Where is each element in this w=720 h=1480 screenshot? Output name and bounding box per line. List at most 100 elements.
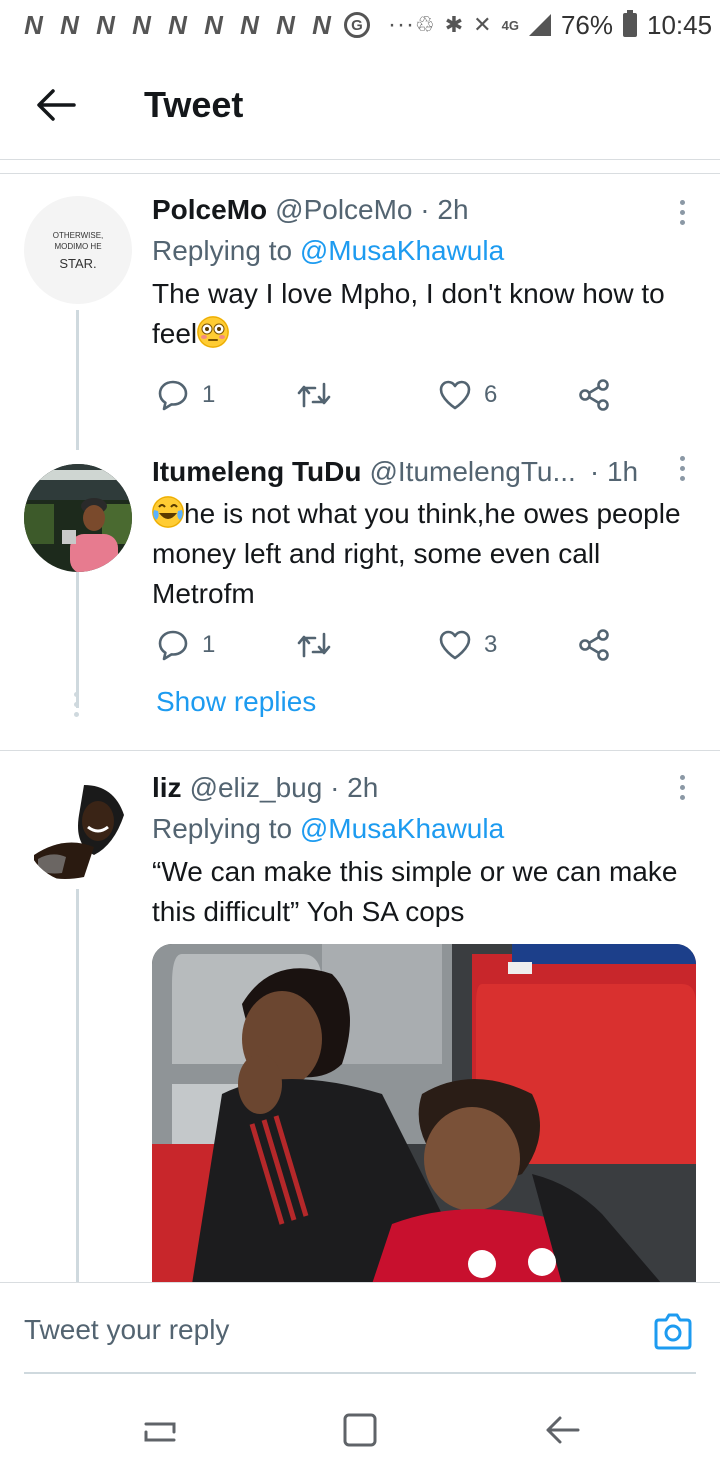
show-replies-link[interactable]: Show replies (156, 686, 316, 718)
system-icons: ♲ ✱ ✕ 4G 76% 10:45 (415, 10, 712, 41)
notification-n-icon: N (168, 9, 187, 40)
tweet-item[interactable]: OTHERWISE, MODIMO HE STAR. PolceMo @Polc… (0, 174, 720, 450)
recycle-icon: ♲ (414, 12, 435, 37)
notification-n-icon: N (132, 9, 151, 40)
tweet-content: liz @eliz_bug · 2h Replying to @MusaKhaw… (152, 770, 696, 932)
system-navigation-bar (0, 1376, 720, 1480)
recent-apps-button[interactable] (140, 1410, 180, 1450)
like-button[interactable]: 6 (438, 379, 497, 411)
notification-n-icon: N (24, 9, 43, 40)
replying-prefix: Replying to (152, 235, 300, 266)
thread-line (76, 572, 79, 708)
share-button[interactable] (578, 378, 610, 412)
user-handle: @eliz_bug · 2h (189, 772, 379, 803)
reply-button[interactable]: 1 (156, 628, 215, 662)
avatar-caption-large: STAR. (59, 255, 97, 271)
display-name[interactable]: liz (152, 770, 182, 806)
replying-to: Replying to @MusaKhawula (152, 232, 696, 270)
tears-of-joy-emoji (152, 496, 184, 528)
like-button[interactable]: 3 (438, 629, 497, 661)
mention-link[interactable]: @MusaKhawula (300, 235, 504, 266)
tweet-content: PolceMo @PolceMo · 2h Replying to @MusaK… (152, 192, 696, 354)
google-icon: G (344, 12, 370, 38)
reply-icon (158, 630, 188, 661)
mention-link[interactable]: @MusaKhawula (300, 813, 504, 844)
clock: 10:45 (646, 9, 713, 40)
more-options-button[interactable] (670, 192, 694, 232)
back-icon (546, 1416, 580, 1444)
notification-n-icon: N (240, 9, 259, 40)
home-icon (343, 1413, 377, 1447)
tweet-media-photo[interactable] (152, 944, 696, 1284)
tweet-header: liz @eliz_bug · 2h (152, 770, 696, 806)
camera-button[interactable] (652, 1311, 694, 1353)
tweet-text: he is not what you think,he owes people … (152, 494, 696, 614)
notification-n-icon: N (204, 9, 223, 40)
tweet-actions: 1 3 (152, 620, 632, 670)
share-icon (579, 629, 609, 661)
replying-to: Replying to @MusaKhawula (152, 810, 696, 848)
header-divider (0, 160, 720, 174)
user-handle: @PolceMo · 2h (275, 194, 469, 225)
tweet-actions: 1 6 (152, 370, 632, 420)
more-notifications-icon: ··· (388, 11, 415, 38)
replying-prefix: Replying to (152, 813, 300, 844)
retweet-icon (297, 632, 331, 658)
notification-n-icon: N (276, 9, 295, 40)
status-bar: N N N N N N N N N G ··· ♲ ✱ ✕ 4G 76% 10:… (0, 0, 720, 50)
tweet-header: Itumeleng TuDu @ItumelengTu... · 1h (152, 454, 696, 490)
thread-line (76, 310, 79, 450)
reply-count: 1 (202, 381, 216, 408)
retweet-icon (297, 382, 331, 408)
avatar-caption-small: OTHERWISE, MODIMO HE (52, 230, 104, 251)
heart-icon (439, 380, 471, 410)
back-nav-button[interactable] (542, 1410, 582, 1450)
tweet-text-body: he is not what you think,he owes people … (152, 498, 681, 609)
avatar[interactable]: OTHERWISE, MODIMO HE STAR. (24, 196, 132, 304)
share-button[interactable] (578, 628, 610, 662)
notification-icons: N N N N N N N N N G ··· (16, 10, 415, 41)
like-count: 6 (484, 381, 498, 408)
camera-icon (654, 1313, 692, 1350)
top-app-bar: Tweet (0, 50, 720, 160)
notification-n-icon: N (96, 9, 115, 40)
more-options-button[interactable] (670, 767, 694, 807)
tweet-header: PolceMo @PolceMo · 2h (152, 192, 696, 228)
notification-n-icon: N (60, 9, 79, 40)
reply-button[interactable]: 1 (156, 378, 215, 412)
back-button[interactable] (26, 75, 86, 135)
mute-icon: ✕ (473, 12, 492, 37)
signal-icon (528, 14, 551, 36)
flushed-face-emoji (197, 316, 230, 348)
avatar[interactable] (24, 775, 132, 883)
tweet-time: · 1h (589, 456, 639, 487)
network-type-icon: 4G (501, 17, 519, 33)
retweet-button[interactable] (296, 378, 332, 412)
battery-percent: 76% (560, 9, 613, 40)
reply-composer (0, 1282, 720, 1374)
display-name[interactable]: Itumeleng TuDu (152, 454, 361, 490)
retweet-button[interactable] (296, 628, 332, 662)
user-handle: @ItumelengTu... (369, 456, 576, 487)
tweet-content: Itumeleng TuDu @ItumelengTu... · 1h he i… (152, 454, 696, 614)
home-button[interactable] (340, 1410, 380, 1450)
tweet-text: “We can make this simple or we can make … (152, 856, 678, 927)
avatar[interactable] (24, 464, 132, 572)
tweet-text: The way I love Mpho, I don't know how to… (152, 274, 696, 354)
display-name[interactable]: PolceMo (152, 192, 267, 228)
reply-input[interactable] (24, 1305, 624, 1355)
heart-icon (439, 630, 471, 660)
reply-input-underline (24, 1372, 696, 1374)
reply-count: 1 (202, 631, 216, 658)
recent-apps-icon (144, 1422, 176, 1442)
reply-icon (158, 380, 188, 411)
bluetooth-icon: ✱ (444, 12, 464, 37)
battery-icon (622, 10, 637, 37)
share-icon (579, 379, 609, 411)
tweet-item[interactable]: Itumeleng TuDu @ItumelengTu... · 1h he i… (0, 444, 720, 750)
more-options-button[interactable] (670, 448, 694, 488)
thread-line (76, 889, 79, 1282)
like-count: 3 (484, 631, 498, 658)
thread-continuation-icon (74, 692, 79, 717)
notification-n-icon: N (312, 9, 331, 40)
